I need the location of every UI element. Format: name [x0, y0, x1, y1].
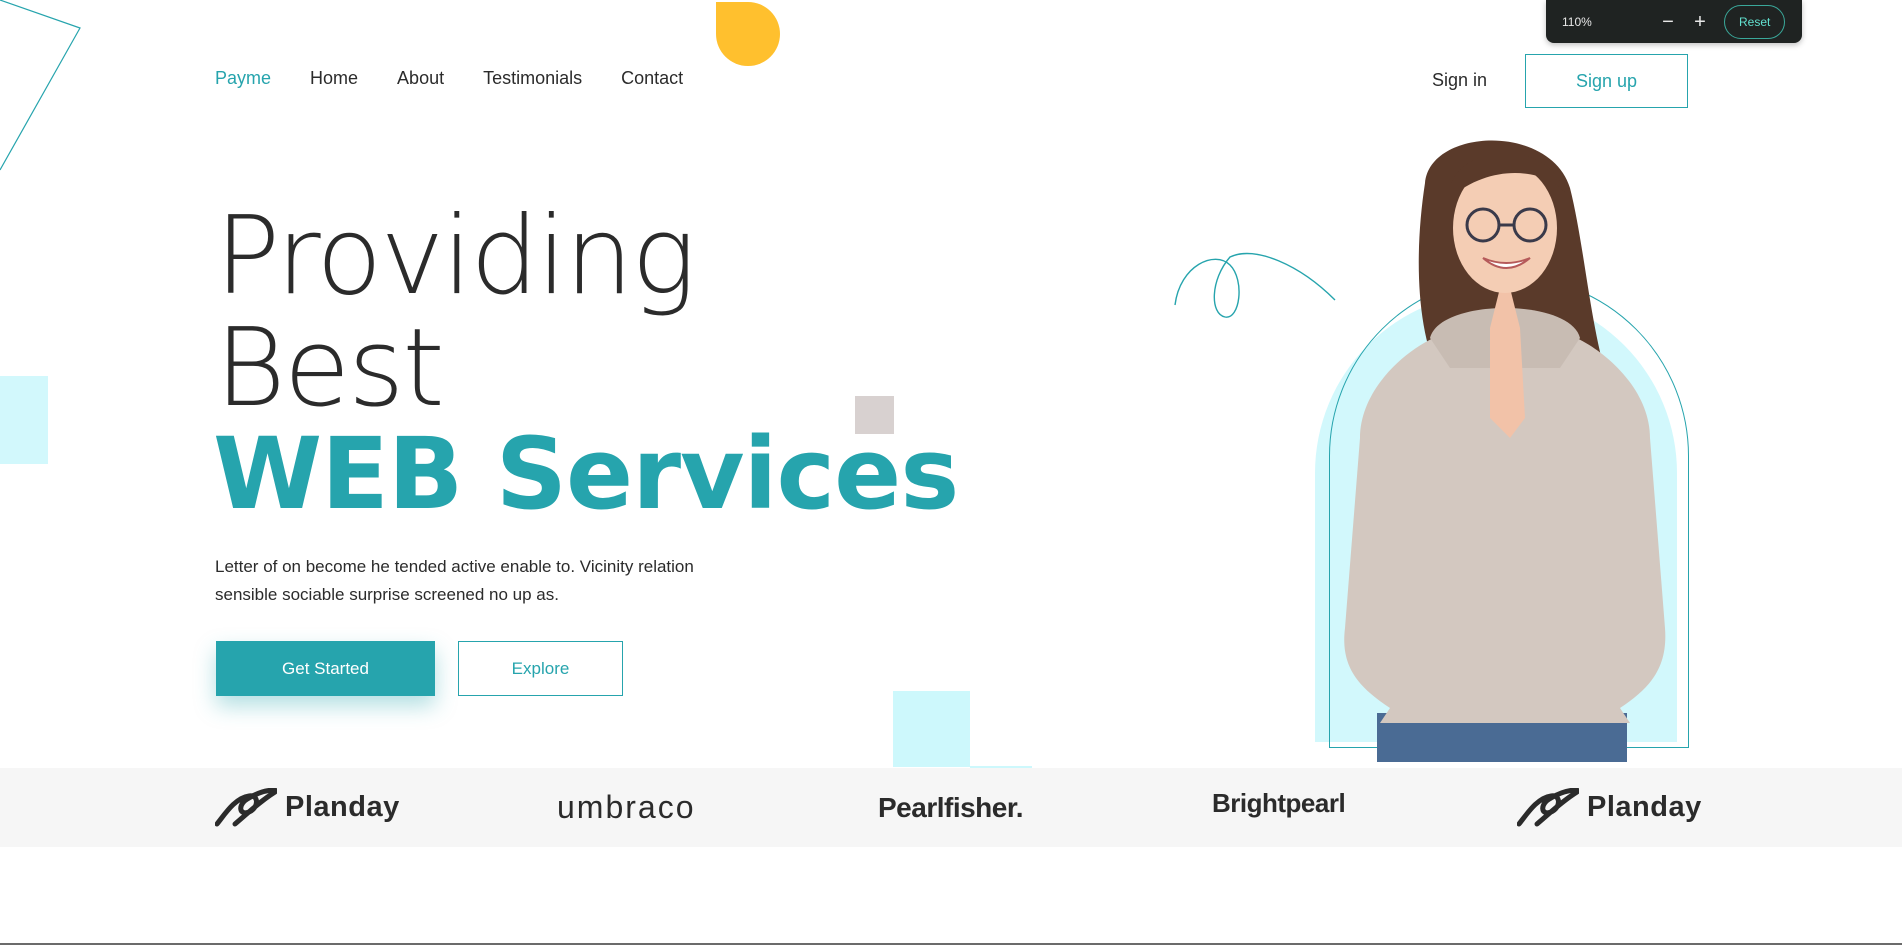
- decorative-yellow-shape: [716, 2, 780, 66]
- main-nav: Payme Home About Testimonials Contact: [215, 68, 683, 89]
- hero-heading-accent: WEB Services: [213, 417, 959, 532]
- logo-planday-2-text: Planday: [1587, 791, 1702, 823]
- nav-about-link[interactable]: About: [397, 68, 444, 89]
- decorative-squiggle: [1174, 252, 1336, 318]
- logo-umbraco-text: umbraco: [557, 789, 696, 825]
- decorative-cyan-square: [893, 691, 970, 767]
- logo-pearlfisher: Pearlfisher.: [878, 768, 1023, 847]
- zoom-level: 110%: [1562, 14, 1592, 29]
- logo-planday-2: Planday: [1517, 768, 1702, 847]
- hero-heading-line2: Best: [215, 306, 445, 431]
- planday-logo-icon: [215, 787, 277, 826]
- hero-heading-line1: Providing: [215, 194, 696, 319]
- explore-button[interactable]: Explore: [458, 641, 623, 696]
- get-started-button[interactable]: Get Started: [216, 641, 435, 696]
- hero-description: Letter of on become he tended active ena…: [215, 557, 694, 604]
- logo-planday: Planday: [215, 768, 400, 847]
- logo-brightpearl-text: Brightpearl: [1212, 788, 1346, 818]
- zoom-in-button[interactable]: +: [1684, 12, 1716, 32]
- planday-logo-icon: [1517, 787, 1579, 826]
- nav-contact-link[interactable]: Contact: [621, 68, 683, 89]
- hero-person-image: [1344, 140, 1666, 762]
- partner-logo-strip: Planday umbraco Pearlfisher. Brightpearl…: [0, 768, 1902, 847]
- nav-home-link[interactable]: Home: [310, 68, 358, 89]
- zoom-toolbar: 110% − + Reset: [1546, 0, 1802, 43]
- zoom-reset-button[interactable]: Reset: [1724, 4, 1786, 39]
- nav-brand-link[interactable]: Payme: [215, 68, 271, 89]
- zoom-out-button[interactable]: −: [1652, 12, 1684, 32]
- logo-pearlfisher-text: Pearlfisher.: [878, 791, 1023, 823]
- logo-umbraco: umbraco: [557, 768, 696, 847]
- logo-planday-text: Planday: [285, 791, 400, 823]
- decorative-line: [0, 0, 81, 171]
- signin-link[interactable]: Sign in: [1432, 70, 1487, 91]
- decorative-cyan-block: [0, 376, 48, 464]
- logo-brightpearl: Brightpearl: [1212, 764, 1346, 843]
- nav-testimonials-link[interactable]: Testimonials: [483, 68, 582, 89]
- signup-button[interactable]: Sign up: [1525, 54, 1688, 108]
